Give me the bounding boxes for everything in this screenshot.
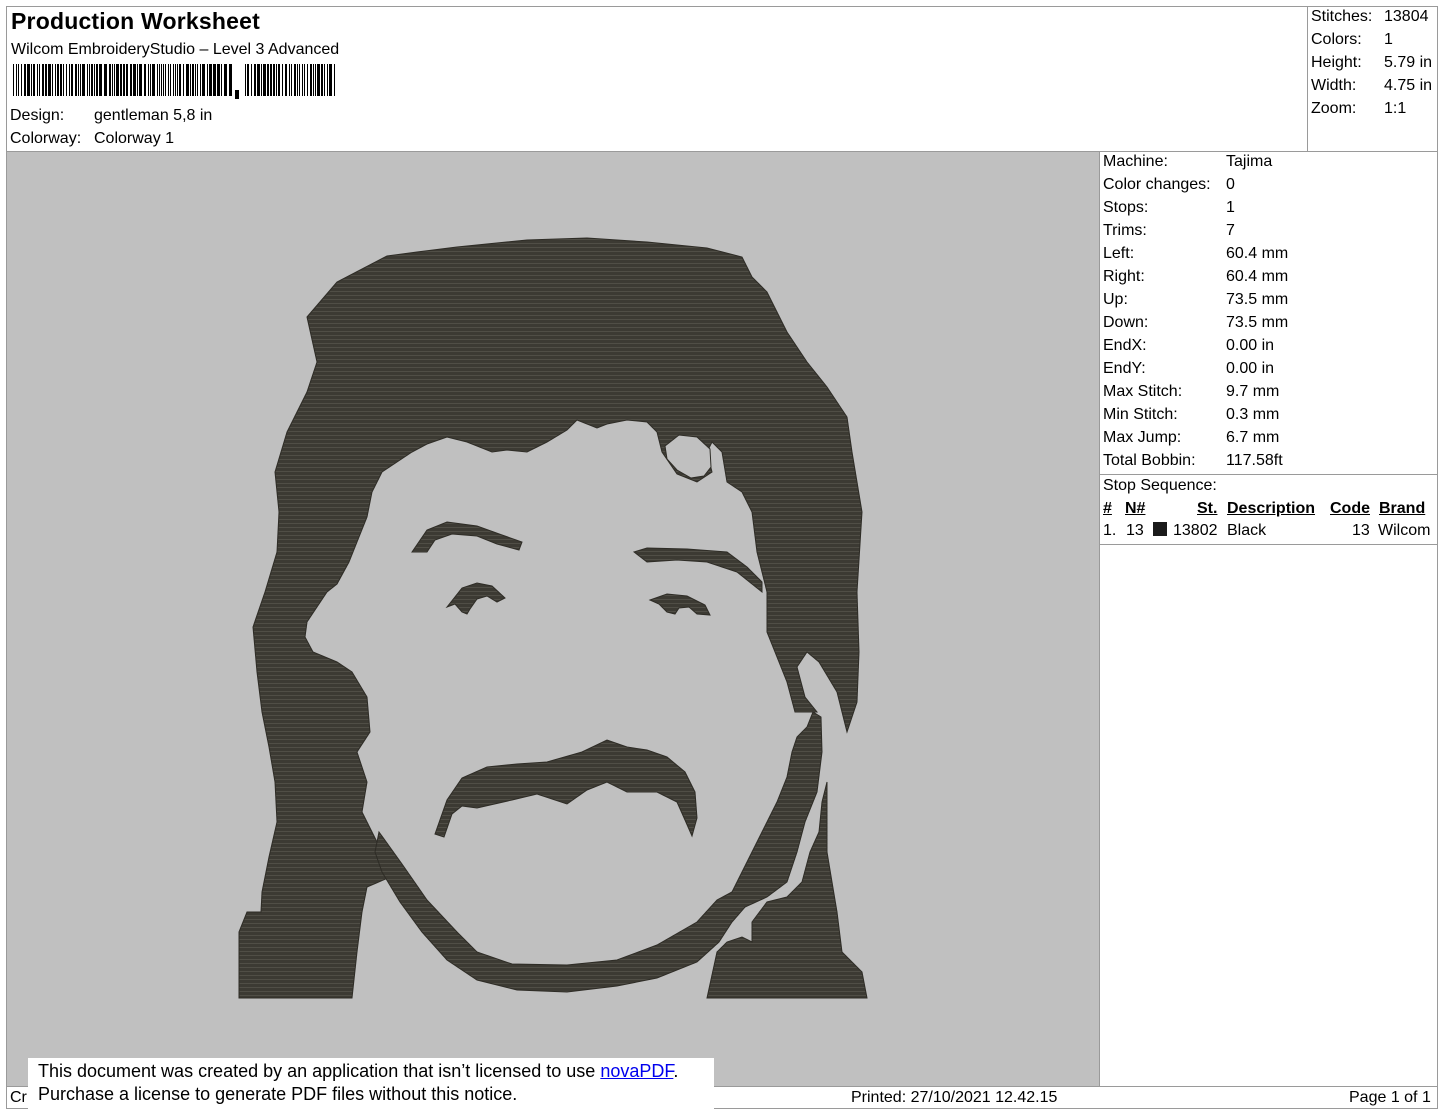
zoom-label: Zoom: xyxy=(1311,100,1357,117)
machine-info-value: 0.00 in xyxy=(1226,337,1275,354)
notice-line-2: Purchase a license to generate PDF files… xyxy=(38,1084,518,1104)
notice-line-1: This document was created by an applicat… xyxy=(38,1061,678,1082)
software-name: Wilcom EmbroideryStudio – Level 3 Advanc… xyxy=(11,41,340,58)
notice-line-1-suffix: . xyxy=(673,1061,679,1081)
panel-divider xyxy=(1099,151,1100,1087)
machine-info-row: Up: 73.5 mm xyxy=(1103,291,1288,309)
machine-info-row: Machine: Tajima xyxy=(1103,153,1272,171)
machine-info-label: Total Bobbin: xyxy=(1103,452,1196,469)
notice-line-1-text: This document was created by an applicat… xyxy=(38,1061,601,1081)
zoom-value: 1:1 xyxy=(1384,100,1407,117)
height-value: 5.79 in xyxy=(1384,54,1433,71)
machine-info-value: 73.5 mm xyxy=(1226,314,1289,331)
col-header-description: Description xyxy=(1227,500,1316,517)
machine-info-value: 0 xyxy=(1226,176,1235,193)
machine-info-label: Color changes: xyxy=(1103,176,1211,193)
col-header-brand: Brand xyxy=(1379,500,1426,517)
machine-info-label: Right: xyxy=(1103,268,1145,285)
machine-info-row: Min Stitch: 0.3 mm xyxy=(1103,406,1279,424)
page-number: Page 1 of 1 xyxy=(1349,1089,1431,1106)
design-preview xyxy=(7,152,1099,1086)
summary-divider xyxy=(1307,6,1308,152)
license-notice: This document was created by an applicat… xyxy=(28,1058,714,1114)
stop-sequence-title: Stop Sequence: xyxy=(1103,477,1217,494)
row-num: 1. xyxy=(1103,522,1117,539)
design-label: Design: xyxy=(10,107,65,124)
machine-info-value: 60.4 mm xyxy=(1226,245,1289,262)
stop-sequence-divider xyxy=(1099,474,1438,475)
design-value: gentleman 5,8 in xyxy=(94,107,213,124)
machine-info-label: Left: xyxy=(1103,245,1135,262)
machine-info-row: Trims: 7 xyxy=(1103,222,1235,240)
colorway-value: Colorway 1 xyxy=(94,130,175,147)
machine-info-label: Trims: xyxy=(1103,222,1147,239)
machine-info-label: Machine: xyxy=(1103,153,1168,170)
row-needle: 13 xyxy=(1126,522,1144,539)
machine-info-value: 1 xyxy=(1226,199,1235,216)
col-header-num: # xyxy=(1103,500,1112,517)
width-value: 4.75 in xyxy=(1384,77,1433,94)
machine-info-value: 60.4 mm xyxy=(1226,268,1289,285)
machine-info-label: Up: xyxy=(1103,291,1128,308)
colors-value: 1 xyxy=(1384,31,1393,48)
color-swatch xyxy=(1153,522,1167,536)
machine-info-label: Max Jump: xyxy=(1103,429,1182,446)
machine-info-row: EndX: 0.00 in xyxy=(1103,337,1274,355)
height-label: Height: xyxy=(1311,54,1362,71)
machine-info-row: Right: 60.4 mm xyxy=(1103,268,1288,286)
col-header-code: Code xyxy=(1330,500,1370,517)
machine-info-value: 9.7 mm xyxy=(1226,383,1280,400)
machine-info-value: 6.7 mm xyxy=(1226,429,1280,446)
novapdf-link[interactable]: novaPDF xyxy=(600,1061,673,1081)
machine-info-row: Left: 60.4 mm xyxy=(1103,245,1288,263)
row-code: 13 xyxy=(1352,522,1370,539)
machine-info-row: EndY: 0.00 in xyxy=(1103,360,1274,378)
colorway-label: Colorway: xyxy=(10,130,82,147)
machine-info-label: Min Stitch: xyxy=(1103,406,1178,423)
machine-info-label: Max Stitch: xyxy=(1103,383,1183,400)
machine-info-label: Down: xyxy=(1103,314,1149,331)
machine-info-row: Stops: 1 xyxy=(1103,199,1235,217)
row-stitches: 13802 xyxy=(1173,522,1218,539)
machine-info-value: 0.00 in xyxy=(1226,360,1275,377)
machine-info-value: 0.3 mm xyxy=(1226,406,1280,423)
row-description: Black xyxy=(1227,522,1267,539)
machine-info-value: 7 xyxy=(1226,222,1235,239)
machine-info-row: Max Jump: 6.7 mm xyxy=(1103,429,1279,447)
stitches-label: Stitches: xyxy=(1311,8,1373,25)
machine-info-row: Color changes: 0 xyxy=(1103,176,1235,194)
page-title: Production Worksheet xyxy=(11,8,260,34)
machine-info-label: EndX: xyxy=(1103,337,1147,354)
stitches-value: 13804 xyxy=(1384,8,1429,25)
col-header-stitches: St. xyxy=(1197,500,1218,517)
width-label: Width: xyxy=(1311,77,1357,94)
machine-info-label: EndY: xyxy=(1103,360,1146,377)
machine-info-row: Max Stitch: 9.7 mm xyxy=(1103,383,1279,401)
barcode-image xyxy=(13,64,335,99)
col-header-needle: N# xyxy=(1125,500,1146,517)
machine-info-value: 73.5 mm xyxy=(1226,291,1289,308)
colors-label: Colors: xyxy=(1311,31,1362,48)
footer-created-fragment: Cr xyxy=(10,1089,27,1106)
table-bottom-divider xyxy=(1099,544,1438,545)
machine-info-value: Tajima xyxy=(1226,153,1273,170)
machine-info-value: 117.58ft xyxy=(1226,452,1283,469)
printed-timestamp: Printed: 27/10/2021 12.42.15 xyxy=(851,1089,1058,1106)
machine-info-row: Down: 73.5 mm xyxy=(1103,314,1288,332)
embroidery-design-image xyxy=(238,237,868,999)
row-brand: Wilcom xyxy=(1378,522,1431,539)
machine-info-label: Stops: xyxy=(1103,199,1149,216)
machine-info-row: Total Bobbin: 117.58ft xyxy=(1103,452,1283,470)
